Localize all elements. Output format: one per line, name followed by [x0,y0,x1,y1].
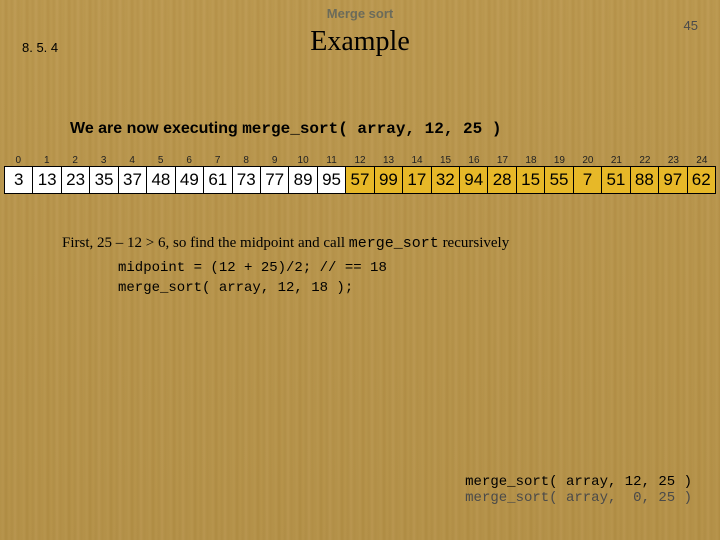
array-index: 8 [232,155,260,166]
array-cell: 49 [176,167,204,193]
array-cell: 94 [460,167,488,193]
array-index: 0 [4,155,32,166]
array-visualization: 0123456789101112131415161718192021222324… [4,155,716,194]
explain-fn: merge_sort [349,235,439,252]
array-index: 18 [517,155,545,166]
array-cell: 28 [488,167,516,193]
array-index: 9 [260,155,288,166]
array-cell: 88 [631,167,659,193]
array-cell: 77 [261,167,289,193]
array-index: 13 [374,155,402,166]
array-index: 11 [317,155,345,166]
array-index: 17 [488,155,516,166]
array-cell: 61 [204,167,232,193]
array-index: 19 [545,155,573,166]
array-indices: 0123456789101112131415161718192021222324 [4,155,716,166]
explain-tail: recursively [439,235,509,251]
array-cell: 89 [289,167,317,193]
array-cell: 32 [432,167,460,193]
array-index: 22 [631,155,659,166]
array-cell: 13 [33,167,61,193]
array-index: 23 [659,155,687,166]
array-cell: 95 [318,167,346,193]
array-cell: 17 [403,167,431,193]
array-index: 21 [602,155,630,166]
array-cell: 97 [659,167,687,193]
array-cell: 35 [90,167,118,193]
stack-frame-active: merge_sort( array, 12, 25 ) [465,474,692,490]
array-cell: 23 [62,167,90,193]
array-index: 20 [574,155,602,166]
array-index: 12 [346,155,374,166]
array-cell: 7 [574,167,602,193]
array-index: 24 [688,155,716,166]
array-index: 5 [146,155,174,166]
array-index: 16 [460,155,488,166]
array-cell: 57 [346,167,374,193]
header-title: Merge sort [0,6,720,21]
array-index: 4 [118,155,146,166]
array-cell: 3 [5,167,33,193]
array-index: 1 [32,155,60,166]
array-cell: 15 [517,167,545,193]
explain-prefix: First, [62,235,97,251]
array-index: 14 [403,155,431,166]
explanation-line: First, 25 – 12 > 6, so find the midpoint… [62,235,509,252]
array-index: 7 [203,155,231,166]
intro-prefix: We are now executing [70,120,242,137]
array-cell: 48 [147,167,175,193]
array-index: 6 [175,155,203,166]
slide-title: Example [0,26,720,58]
call-stack: merge_sort( array, 12, 25 ) merge_sort( … [465,474,692,506]
array-cell: 55 [545,167,573,193]
array-cells: 3132335374849617377899557991732942815557… [4,166,716,194]
array-cell: 99 [375,167,403,193]
explain-suffix: , so find the midpoint and call [165,235,348,251]
array-index: 3 [89,155,117,166]
array-index: 15 [431,155,459,166]
array-cell: 37 [119,167,147,193]
code-block: midpoint = (12 + 25)/2; // == 18 merge_s… [118,258,387,299]
intro-text: We are now executing merge_sort( array, … [70,120,501,138]
array-cell: 51 [602,167,630,193]
intro-code: merge_sort( array, 12, 25 ) [242,120,501,138]
array-cell: 62 [688,167,715,193]
array-index: 10 [289,155,317,166]
explain-math: 25 – 12 > 6 [97,235,165,251]
array-index: 2 [61,155,89,166]
stack-frame-inactive: merge_sort( array, 0, 25 ) [465,490,692,506]
array-cell: 73 [233,167,261,193]
